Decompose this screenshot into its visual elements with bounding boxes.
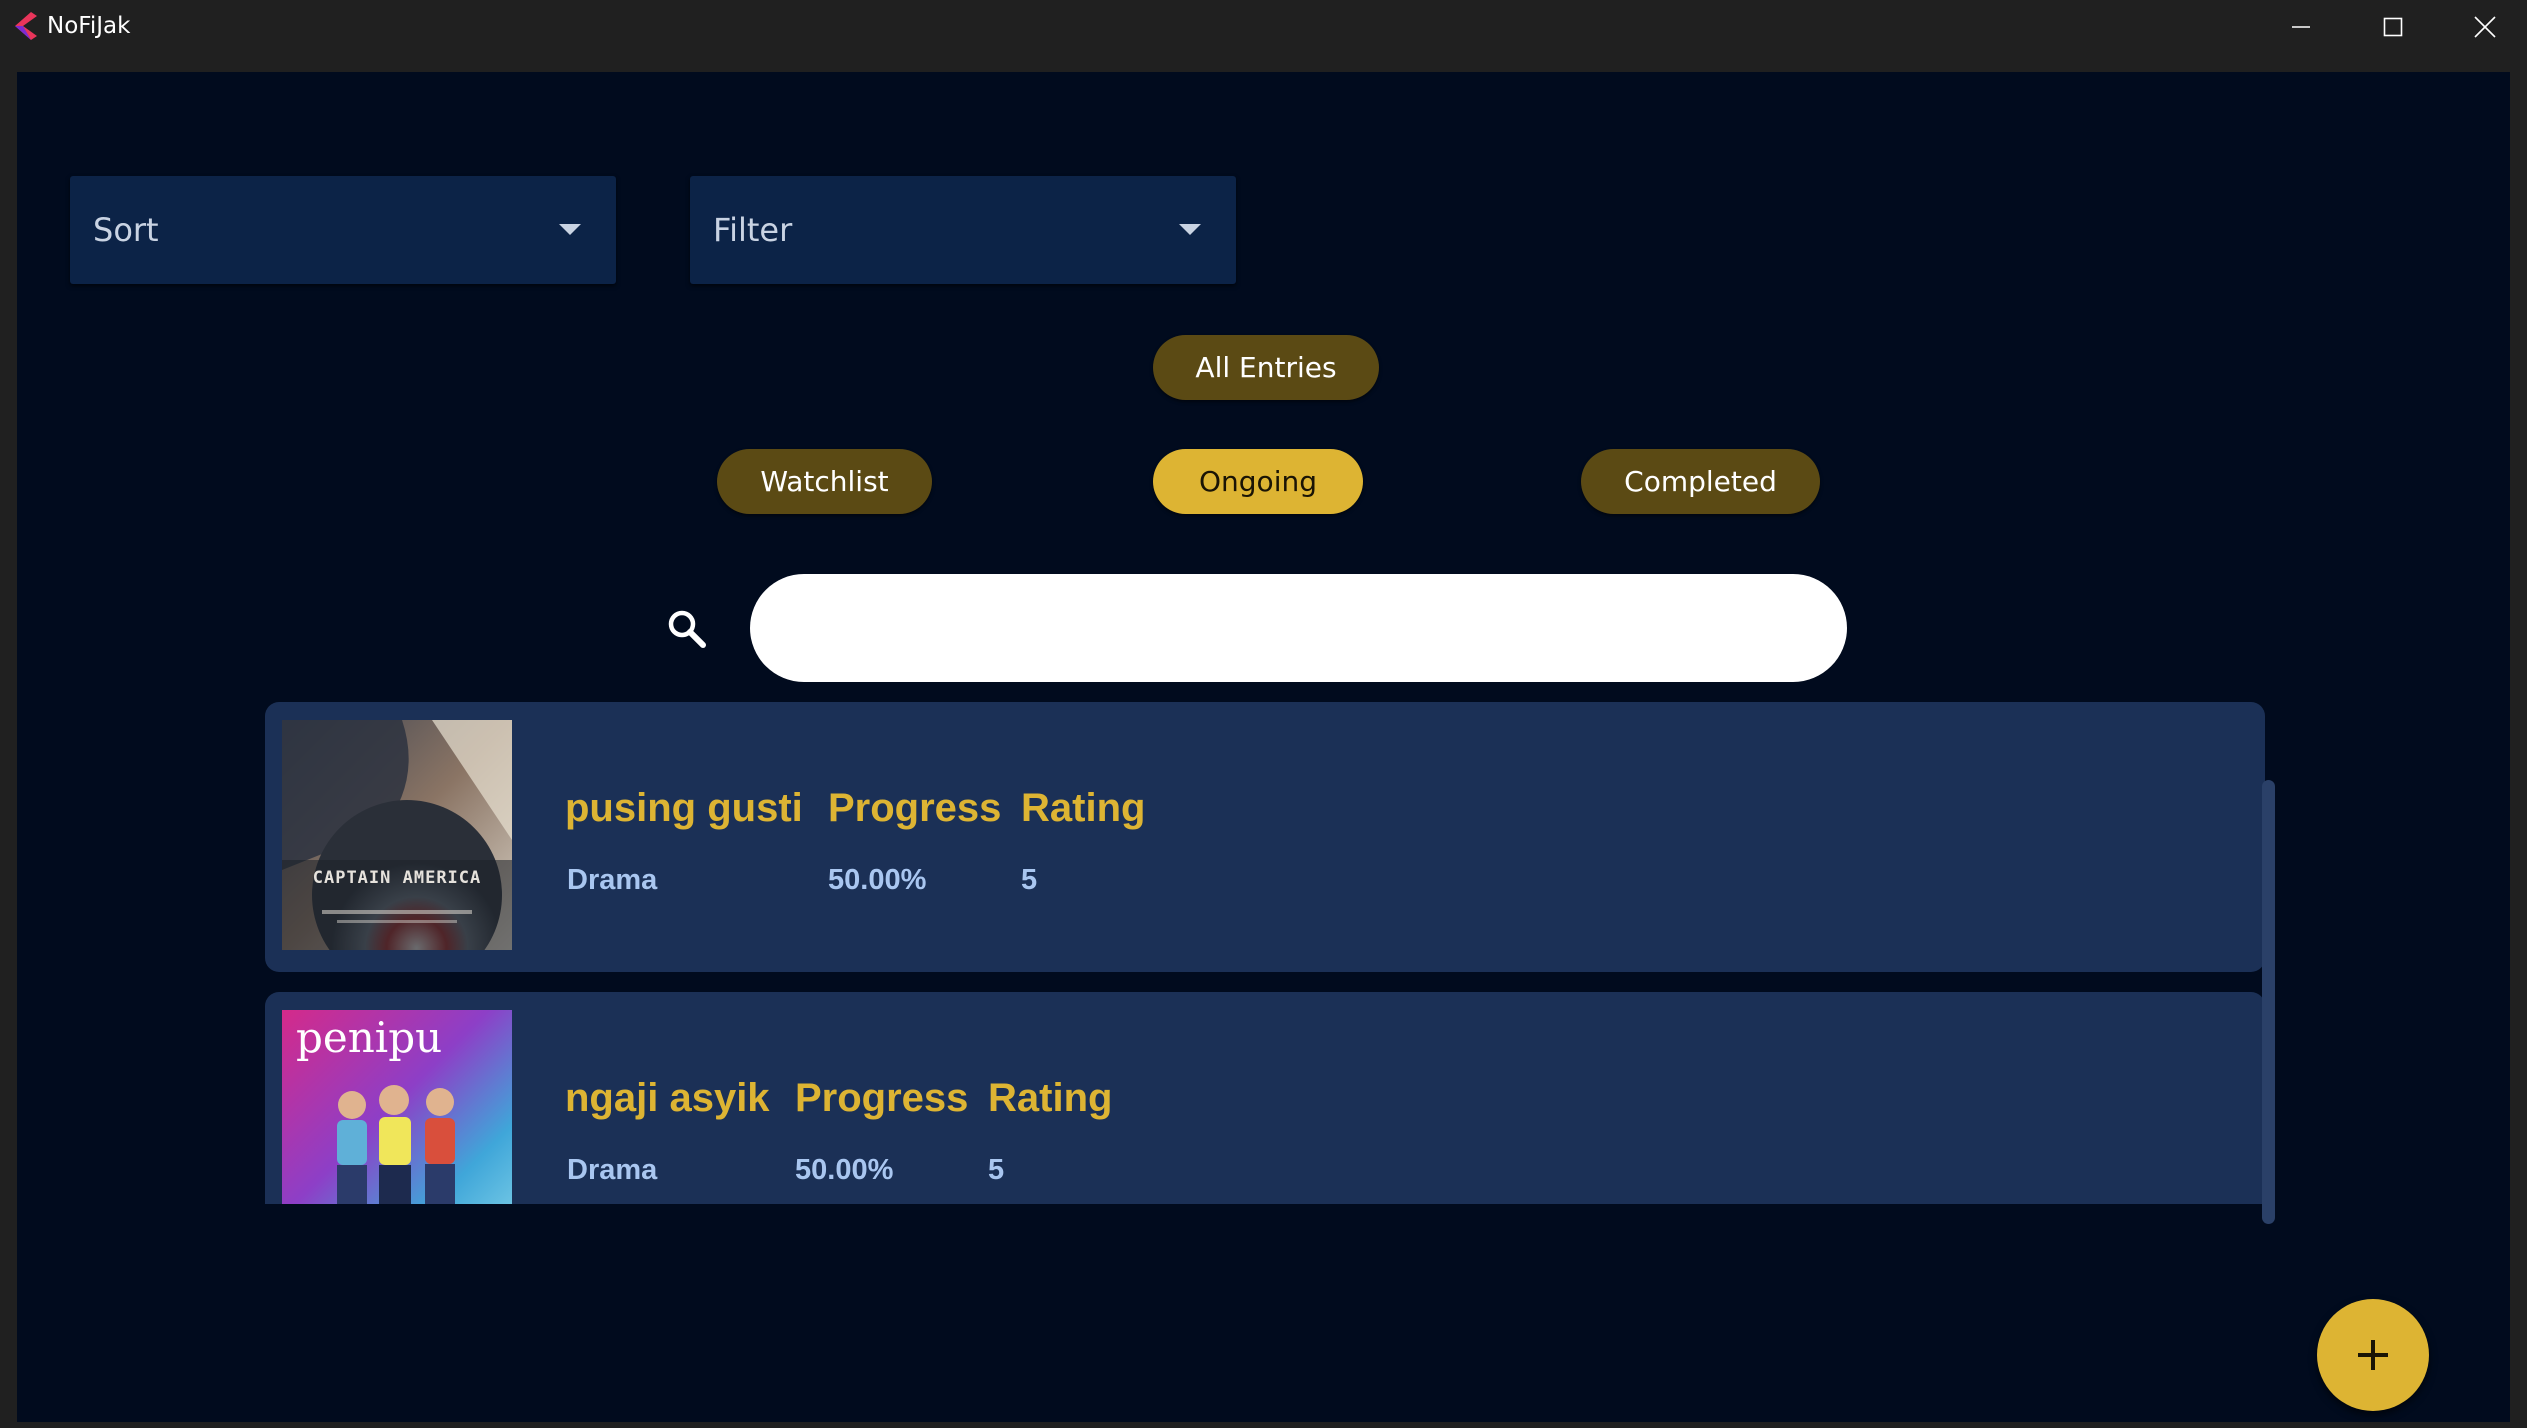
progress-value: 50.00% xyxy=(828,864,927,896)
list-scrollbar[interactable] xyxy=(2262,780,2275,1224)
minimize-button[interactable] xyxy=(2255,0,2347,53)
close-icon xyxy=(2474,15,2496,38)
window-title: NoFiJak xyxy=(47,13,131,39)
minimize-icon xyxy=(2292,25,2310,28)
add-entry-button[interactable] xyxy=(2317,1299,2429,1411)
entry-genre: Drama xyxy=(567,864,658,896)
entry-list[interactable]: CAPTAIN AMERICA pusing gusti Progress Ra… xyxy=(265,702,2265,1204)
entry-title: ngaji asyik xyxy=(565,1076,770,1120)
tab-completed[interactable]: Completed xyxy=(1581,449,1820,514)
close-button[interactable] xyxy=(2439,0,2527,53)
tab-watchlist[interactable]: Watchlist xyxy=(717,449,932,514)
poster-image: CAPTAIN AMERICA xyxy=(282,720,512,950)
entry-card[interactable]: CAPTAIN AMERICA pusing gusti Progress Ra… xyxy=(265,702,2265,972)
search-input[interactable] xyxy=(750,574,1847,682)
entry-genre: Drama xyxy=(567,1154,658,1186)
progress-value: 50.00% xyxy=(795,1154,894,1186)
progress-label: Progress xyxy=(795,1076,969,1120)
maximize-icon xyxy=(2383,17,2403,36)
rating-value: 5 xyxy=(988,1154,1005,1186)
search-icon xyxy=(668,610,706,648)
poster-text: CAPTAIN AMERICA xyxy=(313,868,482,888)
maximize-button[interactable] xyxy=(2347,0,2439,53)
poster-text: penipu xyxy=(296,1013,442,1062)
sort-dropdown[interactable]: Sort xyxy=(70,176,616,284)
rating-label: Rating xyxy=(1021,786,1146,830)
filter-dropdown-label: Filter xyxy=(713,211,793,249)
rating-label: Rating xyxy=(988,1076,1113,1120)
app-logo-icon xyxy=(15,12,37,40)
sort-dropdown-label: Sort xyxy=(93,211,159,249)
progress-label: Progress xyxy=(828,786,1002,830)
chevron-down-icon xyxy=(559,224,581,235)
entry-card[interactable]: penipu ngaji asyik Progress Rating Drama… xyxy=(265,992,2265,1204)
entry-title: pusing gusti xyxy=(565,786,803,830)
poster-image: penipu xyxy=(282,1010,512,1204)
plus-icon xyxy=(2358,1340,2388,1370)
title-bar: NoFiJak xyxy=(0,0,2527,53)
tab-all-entries[interactable]: All Entries xyxy=(1153,335,1379,400)
tab-ongoing[interactable]: Ongoing xyxy=(1153,449,1363,514)
filter-dropdown[interactable]: Filter xyxy=(690,176,1236,284)
chevron-down-icon xyxy=(1179,224,1201,235)
rating-value: 5 xyxy=(1021,864,1038,896)
app-content: Sort Filter All Entries Watchlist Ongoin… xyxy=(17,72,2510,1422)
